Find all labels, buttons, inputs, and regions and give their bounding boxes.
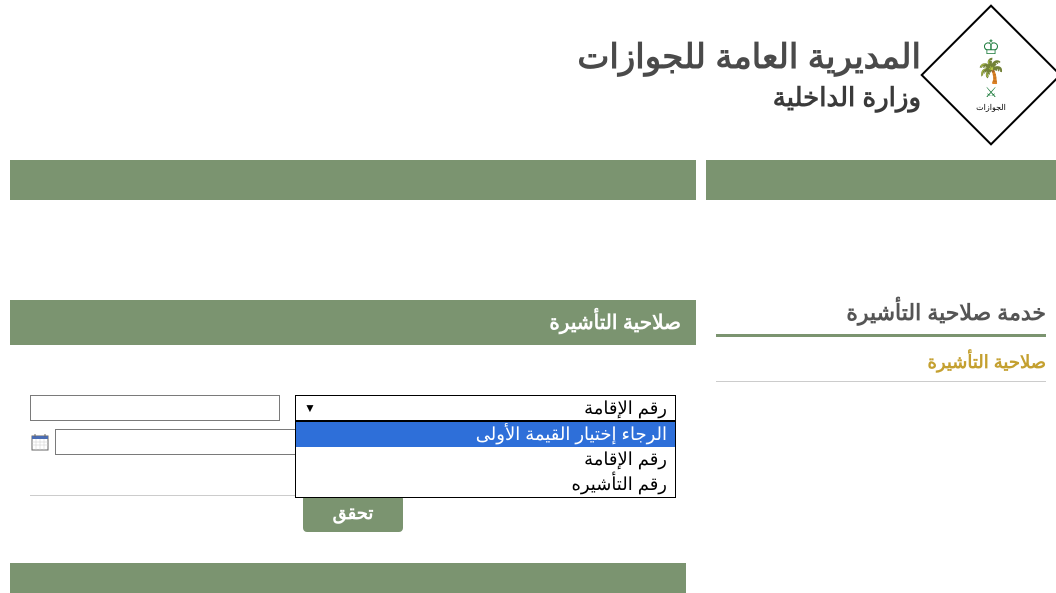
nav-bars	[0, 160, 1056, 200]
crown-icon: ♔	[982, 38, 1000, 58]
dropdown-option-visa[interactable]: رقم التأشيره	[296, 472, 675, 497]
verify-button[interactable]: تحقق	[303, 495, 404, 532]
palm-icon: 🌴	[976, 60, 1006, 84]
dropdown-option-iqama[interactable]: رقم الإقامة	[296, 447, 675, 472]
date-input[interactable]	[55, 429, 305, 455]
footer-bar	[10, 563, 686, 593]
nav-bar-sidebar	[706, 160, 1056, 200]
page-header: ♔ 🌴 ⚔ الجوازات المديرية العامة للجوازات …	[0, 0, 1056, 150]
chevron-down-icon: ▼	[304, 401, 316, 415]
logo-label: الجوازات	[976, 103, 1006, 112]
nav-bar-main	[10, 160, 696, 200]
calendar-icon[interactable]	[30, 432, 50, 452]
logo: ♔ 🌴 ⚔ الجوازات	[936, 20, 1046, 130]
service-title: خدمة صلاحية التأشيرة	[716, 300, 1046, 337]
dropdown-option-placeholder[interactable]: الرجاء إختيار القيمة الأولى	[296, 422, 675, 447]
form-section: صلاحية التأشيرة رقم الإقامة ▼ الرجاء إخت…	[10, 300, 696, 552]
id-type-select[interactable]: رقم الإقامة ▼ الرجاء إختيار القيمة الأول…	[295, 395, 676, 421]
swords-icon: ⚔	[985, 84, 998, 101]
header-subtitle: وزارة الداخلية	[577, 82, 921, 113]
dropdown-list: الرجاء إختيار القيمة الأولى رقم الإقامة …	[295, 421, 676, 498]
select-value: رقم الإقامة	[584, 398, 667, 419]
sidebar-link-visa-validity[interactable]: صلاحية التأشيرة	[716, 352, 1046, 382]
form-header: صلاحية التأشيرة	[10, 300, 696, 345]
id-number-input[interactable]	[30, 395, 280, 421]
header-title: المديرية العامة للجوازات	[577, 37, 921, 78]
sidebar: خدمة صلاحية التأشيرة صلاحية التأشيرة	[706, 300, 1056, 552]
